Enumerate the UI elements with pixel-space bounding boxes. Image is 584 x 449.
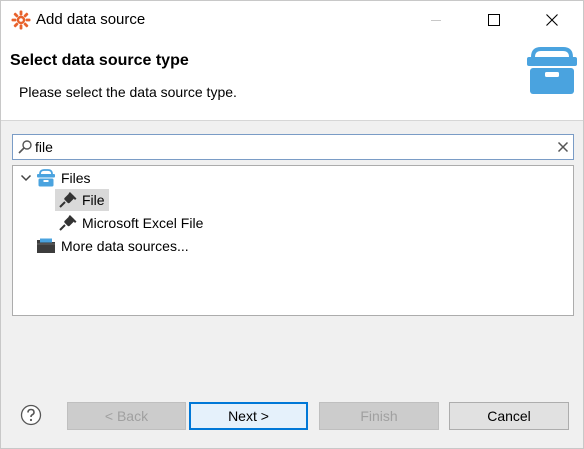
data-source-box-icon <box>527 47 577 94</box>
maximize-button[interactable] <box>471 1 517 39</box>
tree-item-label: More data sources... <box>61 238 189 254</box>
maximize-icon <box>488 14 500 26</box>
plug-icon <box>59 192 77 208</box>
folder-open-icon <box>37 169 55 187</box>
data-source-tree[interactable]: Files File Microsoft Excel File More dat… <box>12 165 574 316</box>
clear-search-icon[interactable] <box>555 139 571 155</box>
tree-item-file[interactable]: File <box>55 189 109 211</box>
minimize-button[interactable] <box>413 1 459 39</box>
finish-button[interactable]: Finish <box>319 402 439 430</box>
page-description: Please select the data source type. <box>19 84 237 100</box>
search-input[interactable] <box>35 138 535 156</box>
wizard-header: Select data source type Please select th… <box>1 39 583 121</box>
app-logo-icon <box>11 10 31 30</box>
next-button[interactable]: Next > <box>189 402 308 430</box>
dialog-window: Add data source Select data source type … <box>0 0 584 449</box>
tree-item-label: File <box>82 192 105 208</box>
tree-item-label: Files <box>61 170 91 186</box>
title-bar[interactable]: Add data source <box>1 1 583 39</box>
help-icon[interactable] <box>20 404 42 426</box>
cancel-button[interactable]: Cancel <box>449 402 569 430</box>
search-box[interactable] <box>12 134 574 160</box>
page-title: Select data source type <box>10 52 189 69</box>
folder-icon <box>37 238 55 253</box>
chevron-down-icon[interactable] <box>20 172 32 184</box>
plug-icon <box>59 215 77 231</box>
tree-item-microsoft-excel-file[interactable]: Microsoft Excel File <box>55 212 225 234</box>
search-icon <box>18 140 32 154</box>
window-title: Add data source <box>36 11 146 28</box>
close-icon <box>546 14 558 26</box>
back-button[interactable]: < Back <box>67 402 186 430</box>
close-button[interactable] <box>529 1 575 39</box>
tree-item-label: Microsoft Excel File <box>82 215 204 231</box>
tree-item-files[interactable]: Files <box>13 167 213 189</box>
tree-item-more-data-sources[interactable]: More data sources... <box>13 235 233 257</box>
minimize-icon <box>431 20 441 21</box>
